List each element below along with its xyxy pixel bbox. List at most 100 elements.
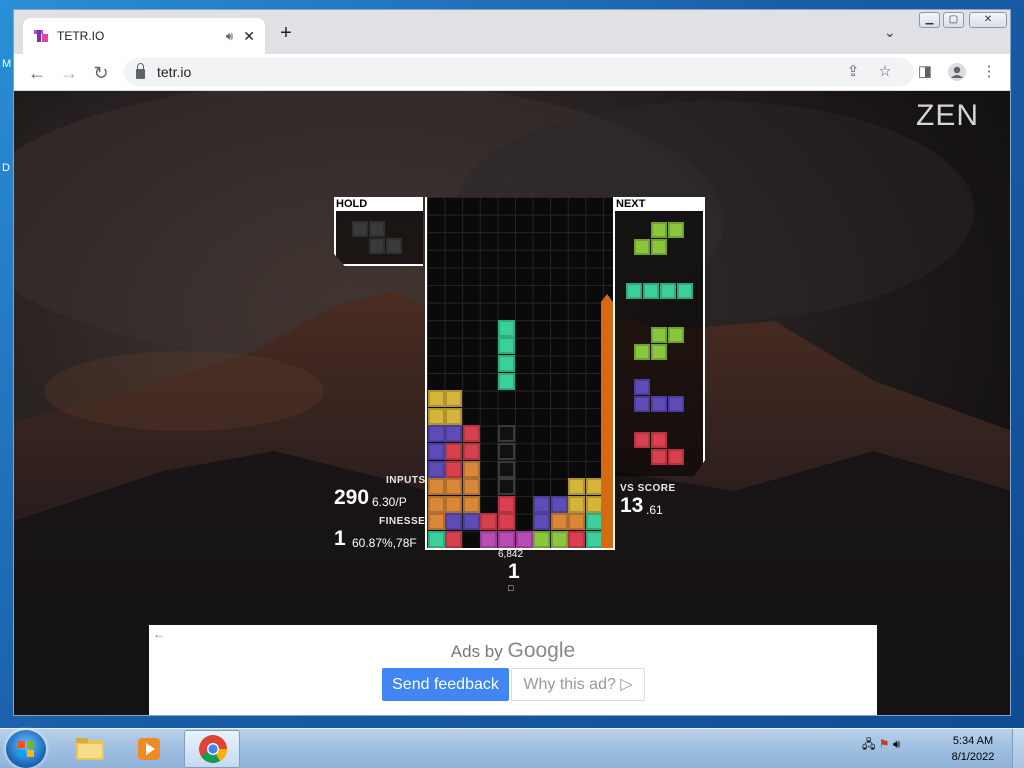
preview-cell — [651, 327, 667, 343]
chrome-icon[interactable] — [184, 730, 240, 768]
vs-score-label: VS SCORE — [620, 483, 676, 494]
block-cell — [462, 495, 480, 513]
hold-label: HOLD — [334, 197, 423, 211]
piece-count-small: 6,842 — [498, 549, 524, 560]
file-explorer-icon[interactable] — [62, 730, 118, 768]
block-cell — [497, 319, 515, 337]
why-this-ad-button[interactable]: Why this ad? ▷ — [511, 668, 645, 701]
chevron-down-icon[interactable]: ⌄ — [884, 24, 896, 41]
desktop-icon-label[interactable]: M — [2, 58, 11, 70]
system-tray: 🖧︎ ⚑ 🔊︎ — [862, 735, 900, 756]
preview-cell — [352, 221, 368, 237]
preview-cell — [642, 283, 659, 299]
block-cell — [497, 495, 515, 513]
block-cell — [445, 425, 463, 443]
preview-cell — [651, 222, 667, 238]
block-cell — [568, 530, 586, 548]
ghost-cell — [497, 478, 515, 496]
block-cell — [445, 495, 463, 513]
volume-icon[interactable]: 🔊︎ — [893, 737, 901, 751]
block-cell — [550, 495, 568, 513]
profile-icon[interactable] — [946, 62, 968, 86]
browser-toolbar: ← → ↻ tetr.io ⇪ ☆ ◨ ⋮ — [14, 54, 1010, 91]
preview-cell — [651, 344, 667, 360]
block-cell — [462, 442, 480, 460]
block-cell — [427, 513, 445, 531]
preview-cell — [668, 396, 684, 412]
inputs-per-piece: 6.30/P — [372, 495, 407, 509]
block-cell — [445, 460, 463, 478]
block-cell — [462, 513, 480, 531]
block-cell — [497, 337, 515, 355]
plus-icon[interactable]: + — [274, 22, 298, 45]
block-cell — [533, 513, 551, 531]
lock-icon[interactable] — [136, 62, 145, 79]
game-board[interactable] — [425, 197, 615, 550]
kebab-icon[interactable]: ⋮ — [978, 62, 1000, 80]
block-cell — [427, 442, 445, 460]
ghost-cell — [497, 460, 515, 478]
speaker-icon[interactable]: 🔊︎ — [226, 29, 234, 44]
inputs-label: INPUTS — [386, 475, 426, 486]
address-bar[interactable]: tetr.io — [124, 58, 914, 86]
tab-title: TETR.IO — [57, 29, 105, 43]
preview-cell — [634, 432, 650, 448]
minimize-button[interactable]: ▁ — [919, 12, 940, 28]
block-cell — [445, 478, 463, 496]
preview-cell — [651, 396, 667, 412]
block-cell — [462, 478, 480, 496]
preview-cell — [651, 449, 667, 465]
block-cell — [462, 425, 480, 443]
small-marker: □ — [508, 583, 514, 593]
network-icon[interactable]: 🖧︎ — [862, 737, 875, 751]
line-count: 1 — [508, 560, 520, 583]
maximize-button[interactable]: ▢ — [943, 12, 964, 28]
taskbar-clock[interactable]: 5:34 AM 8/1/2022 — [938, 733, 1008, 765]
send-feedback-button[interactable]: Send feedback — [382, 668, 509, 701]
block-cell — [497, 354, 515, 372]
finesse-detail: 60.87%,78F — [352, 536, 417, 550]
close-window-button[interactable]: ✕ — [969, 12, 1007, 28]
arrow-left-icon[interactable]: ← — [24, 60, 50, 86]
action-center-icon[interactable]: ⚑ — [879, 737, 890, 751]
preview-cell — [668, 327, 684, 343]
vs-score-value: 13 — [620, 494, 644, 517]
windows-start-icon[interactable] — [6, 730, 46, 768]
preview-cell — [369, 221, 385, 237]
preview-cell — [634, 239, 650, 255]
star-icon[interactable]: ☆ — [874, 62, 896, 80]
finesse-value: 1 — [334, 527, 346, 550]
share-icon[interactable]: ⇪ — [842, 62, 864, 80]
preview-cell — [634, 379, 650, 395]
preview-cell — [676, 283, 693, 299]
side-panel-icon[interactable]: ◨ — [914, 62, 936, 80]
block-cell — [533, 495, 551, 513]
close-icon[interactable]: ✕ — [243, 28, 255, 45]
ads-by-google-label: Ads by Google — [149, 639, 877, 663]
block-cell — [427, 425, 445, 443]
vs-score-decimal: .61 — [646, 503, 663, 517]
preview-cell — [659, 283, 676, 299]
arrow-right-icon[interactable]: → — [56, 60, 82, 86]
block-cell — [497, 513, 515, 531]
media-player-icon[interactable] — [122, 730, 178, 768]
tab-tetrio[interactable]: TETR.IO 🔊︎ ✕ — [23, 18, 265, 54]
preview-cell — [634, 396, 650, 412]
show-desktop-button[interactable] — [1012, 729, 1024, 768]
desktop-icon-label[interactable]: D — [2, 162, 10, 174]
ads-brand: Google — [507, 639, 576, 662]
block-cell — [568, 513, 586, 531]
preview-cell — [625, 283, 642, 299]
preview-cell — [369, 238, 385, 254]
ghost-cell — [497, 442, 515, 460]
tab-strip: TETR.IO 🔊︎ ✕ + ⌄ ▁ ▢ ✕ — [14, 10, 1010, 54]
tetrio-favicon-icon — [33, 28, 49, 44]
reload-icon[interactable]: ↻ — [88, 60, 114, 86]
block-cell — [568, 495, 586, 513]
block-cell — [427, 495, 445, 513]
inputs-value: 290 — [334, 486, 370, 509]
clock-time: 5:34 AM — [952, 735, 994, 747]
block-cell — [445, 407, 463, 425]
preview-cell — [386, 238, 402, 254]
preview-cell — [651, 432, 667, 448]
